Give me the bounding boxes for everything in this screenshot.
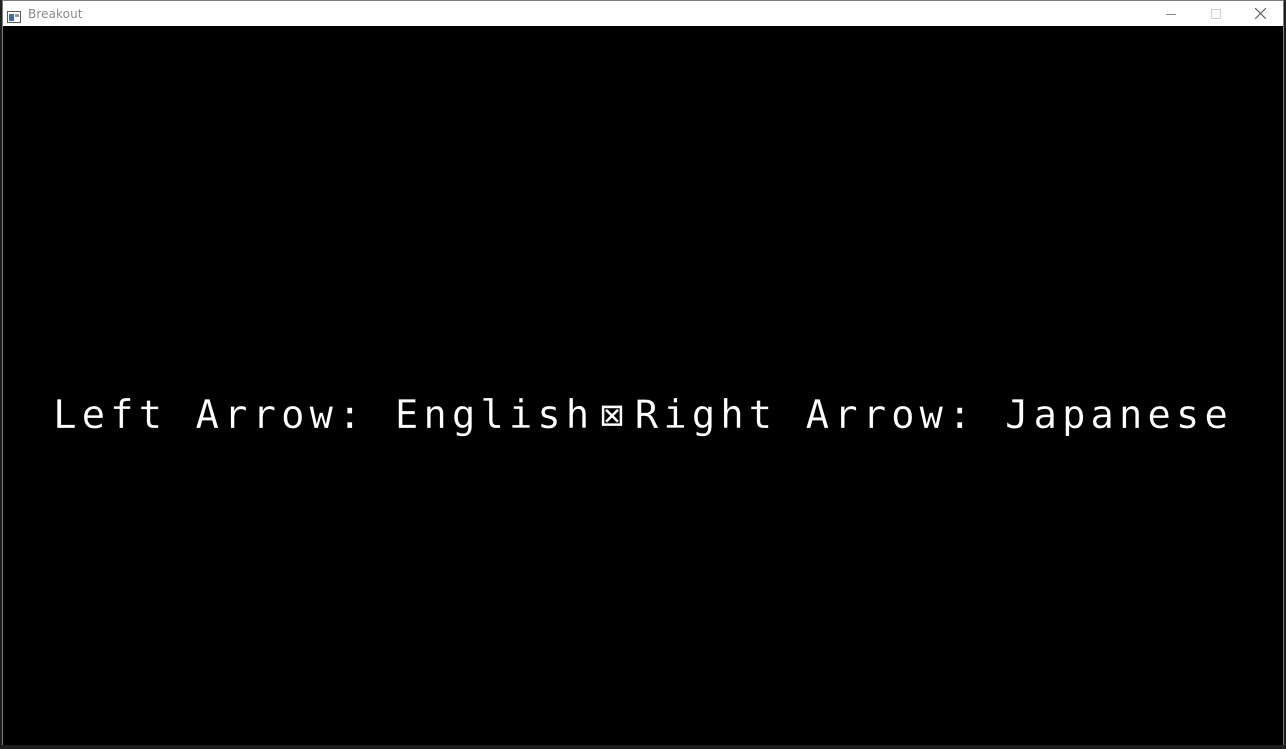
separator-glyph: ⊠ (600, 393, 629, 438)
minimize-button[interactable] (1148, 1, 1193, 26)
close-icon (1254, 4, 1267, 23)
desktop-background-strip (0, 745, 1286, 749)
game-canvas[interactable]: Left Arrow: English ⊠ Right Arrow: Japanes… (3, 26, 1283, 746)
japanese-option-label: Right Arrow: Japanese (634, 393, 1233, 438)
english-option-label: Left Arrow: English (53, 393, 595, 438)
title-bar[interactable]: Breakout (3, 1, 1283, 26)
maximize-button[interactable] (1193, 1, 1238, 26)
close-button[interactable] (1238, 1, 1283, 26)
game-window: Breakout Left Arrow: English ⊠ Right Arrow… (2, 0, 1284, 747)
minimize-icon (1165, 4, 1176, 23)
window-title: Breakout (28, 6, 83, 21)
maximize-icon (1210, 4, 1221, 23)
language-select-prompt: Left Arrow: English ⊠ Right Arrow: Japanes… (3, 393, 1283, 438)
window-controls (1148, 1, 1283, 26)
app-icon (7, 8, 21, 23)
